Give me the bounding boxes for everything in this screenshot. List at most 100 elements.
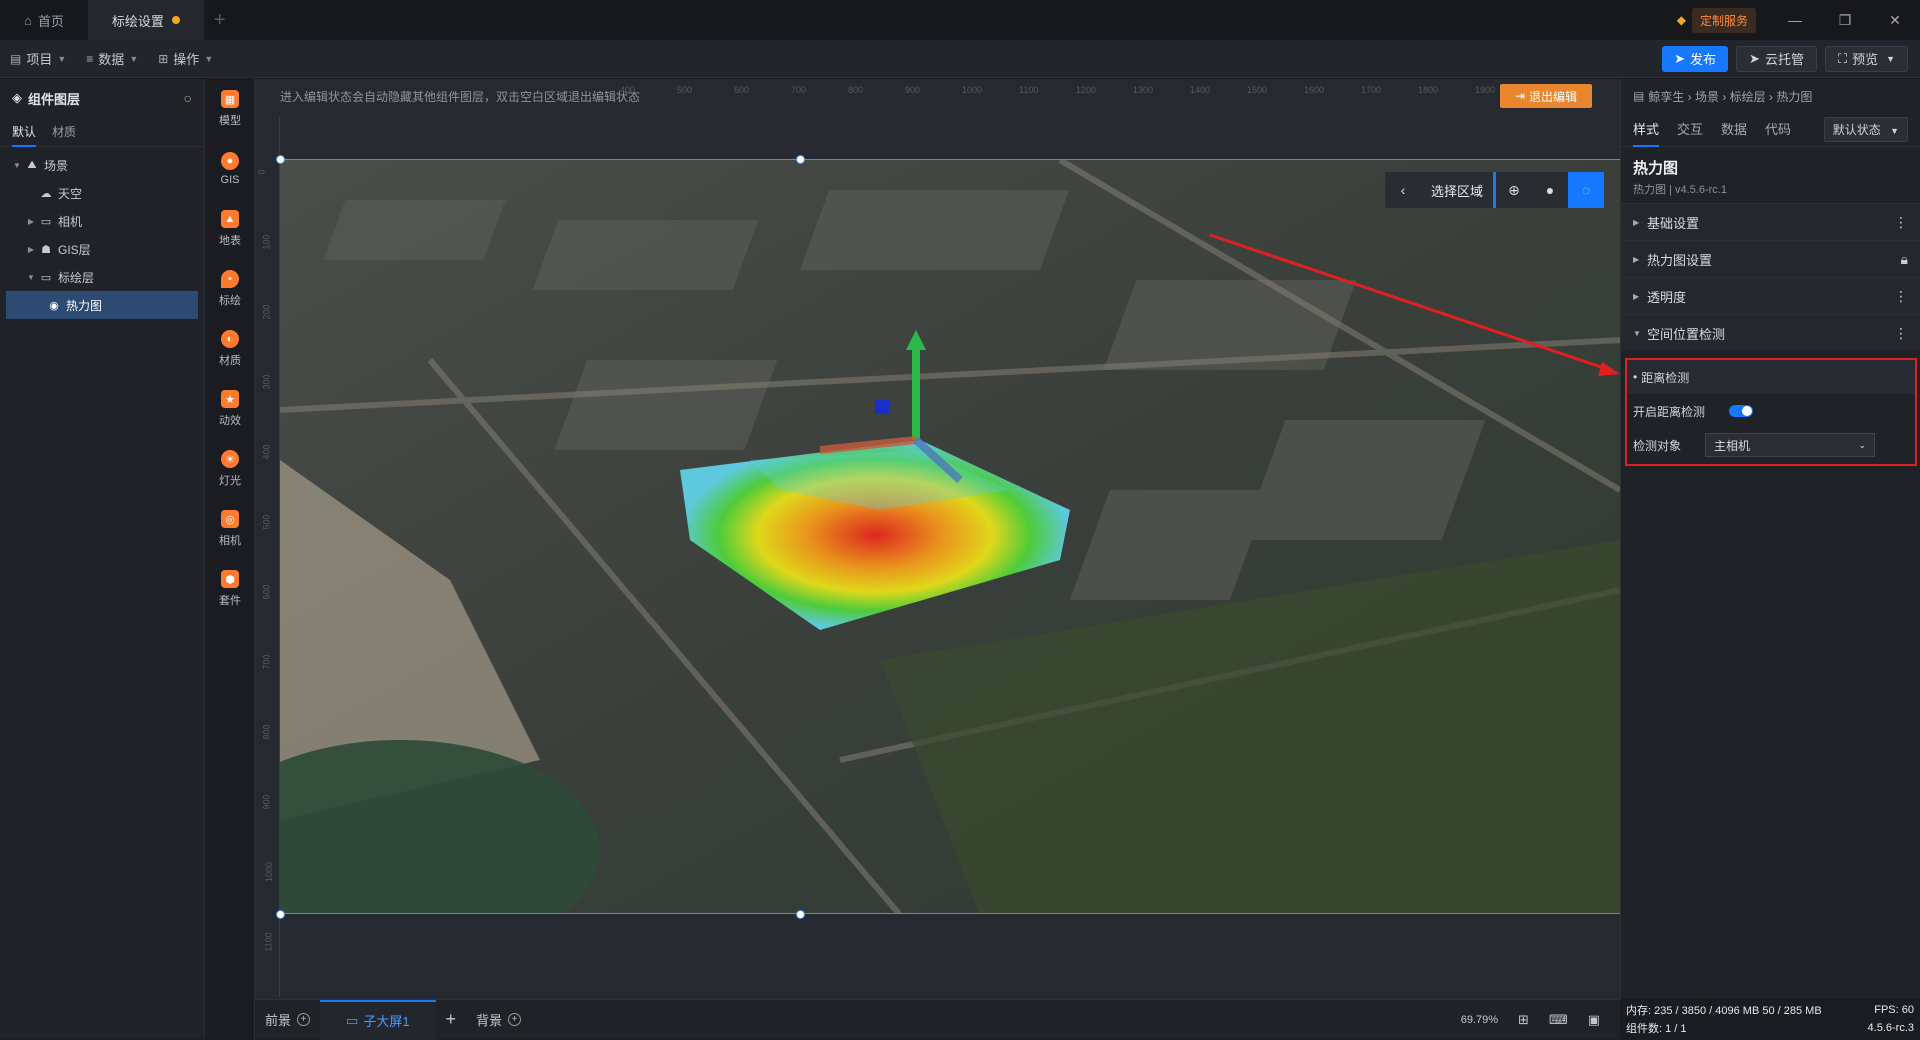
selection-handle[interactable]: [276, 155, 285, 164]
unsaved-dot-icon: [171, 16, 180, 24]
menu-ops[interactable]: ⊞ 操作 ▼: [148, 49, 223, 68]
iconbar-kit[interactable]: ⬢ 套件: [205, 559, 255, 619]
memory-status: 内存: 235 / 3850 / 4096 MB 50 / 285 MB: [1626, 1005, 1822, 1017]
lock-icon[interactable]: 🔒︎: [1901, 251, 1908, 268]
background-tab[interactable]: 背景 +: [466, 1010, 531, 1029]
menu-ops-label: 操作: [173, 52, 200, 67]
ruler-tick-label: 1600: [1304, 85, 1325, 95]
tab-material[interactable]: 材质: [52, 117, 76, 147]
distance-target-select[interactable]: 主相机 ⌄: [1705, 433, 1876, 457]
publish-button[interactable]: ➤ 发布: [1662, 45, 1729, 72]
caret-right-icon[interactable]: ▶: [24, 217, 38, 226]
minimize-icon[interactable]: —: [1770, 12, 1820, 28]
preview-button[interactable]: ⛶ 预览 ▼: [1824, 45, 1908, 72]
fit-screen-icon[interactable]: ⊞: [1508, 1012, 1539, 1028]
add-foreground-icon[interactable]: +: [297, 1013, 311, 1026]
tree-item-scene[interactable]: ▼ ⛰ 场景: [6, 151, 198, 179]
foreground-tab[interactable]: 前景 +: [255, 1010, 320, 1029]
search-icon[interactable]: ○: [184, 90, 192, 106]
tree-item-camera[interactable]: ▶ ▭ 相机: [6, 207, 198, 235]
iconbar-light[interactable]: ☀ 灯光: [205, 439, 255, 499]
select-region-label[interactable]: 选择区域: [1421, 172, 1497, 208]
ruler-tick-label: 300: [261, 374, 272, 390]
custom-service-button[interactable]: 定制服务: [1691, 7, 1756, 33]
breadcrumb-text: 鲸孪生 › 场景 › 标绘层 › 热力图: [1648, 89, 1813, 104]
add-background-icon[interactable]: +: [508, 1013, 522, 1026]
menu-project[interactable]: ▤ 项目 ▼: [0, 49, 76, 68]
selection-handle[interactable]: [276, 910, 285, 919]
ruler-tick-label: 1200: [1076, 85, 1097, 95]
terminal-icon[interactable]: ▣: [1578, 1012, 1610, 1028]
ruler-tick-label: 400: [261, 444, 272, 460]
sub-screen-tab[interactable]: ▭ 子大屏1: [320, 999, 436, 1040]
tree-item-sky[interactable]: ☁ 天空: [6, 179, 198, 207]
layers-icon: ◈: [12, 90, 22, 105]
selection-handle[interactable]: [796, 155, 805, 164]
send-icon: ➤: [1674, 50, 1686, 66]
more-vertical-icon[interactable]: ⋮: [1894, 214, 1908, 231]
caret-right-icon[interactable]: ▶: [24, 245, 38, 254]
layers-header: ◈ 组件图层 ○: [0, 79, 204, 117]
tab-style[interactable]: 样式: [1633, 113, 1660, 147]
section-basic[interactable]: ▶ 基础设置 ⋮: [1621, 203, 1920, 240]
circle-select-icon[interactable]: ●: [1532, 172, 1568, 208]
restore-icon[interactable]: ❐: [1820, 12, 1870, 29]
iconbar-gis[interactable]: ● GIS: [205, 139, 255, 199]
tab-home[interactable]: ⌂ 首页: [0, 0, 88, 40]
tab-data[interactable]: 数据: [1721, 113, 1747, 147]
iconbar-label: 套件: [219, 595, 241, 607]
ruler-tick-label: 900: [261, 794, 272, 810]
ruler-tick-label: 400: [620, 85, 636, 95]
menu-data[interactable]: ≡ 数据 ▼: [76, 49, 148, 68]
region-select-toolbar: ‹ 选择区域 ⊕ ● ◌: [1385, 172, 1605, 208]
ruler-tick-label: 600: [734, 85, 750, 95]
section-heatmap[interactable]: ▶ 热力图设置 🔒︎: [1621, 240, 1920, 277]
distance-target-row: 检测对象 主相机 ⌄: [1627, 428, 1915, 462]
chevron-left-icon[interactable]: ‹: [1385, 172, 1421, 208]
folder-icon: ▭: [40, 215, 52, 228]
tree-item-gis[interactable]: ▶ ☗ GIS层: [6, 235, 198, 263]
iconbar-camera[interactable]: ◎ 相机: [205, 499, 255, 559]
keyboard-icon[interactable]: ⌨: [1539, 1012, 1578, 1028]
section-opacity[interactable]: ▶ 透明度 ⋮: [1621, 277, 1920, 314]
material-icon: ◐: [221, 330, 239, 348]
tab-default[interactable]: 默认: [12, 117, 37, 147]
caret-down-icon[interactable]: ▼: [24, 273, 38, 282]
properties-panel: ▤ 鲸孪生 › 场景 › 标绘层 › 热力图 样式 交互 数据 代码 默认状态 …: [1620, 79, 1920, 999]
editor-canvas[interactable]: 进入编辑状态会自动隐藏其他组件图层，双击空白区域退出编辑状态 ⇥ 退出编辑 40…: [255, 79, 1620, 999]
caret-down-icon[interactable]: ▼: [10, 161, 24, 170]
section-label: 空间位置检测: [1647, 326, 1726, 342]
add-tab-icon[interactable]: +: [214, 9, 226, 32]
iconbar-label: 灯光: [219, 475, 241, 487]
iconbar-terrain[interactable]: ▲ 地表: [205, 199, 255, 259]
iconbar-label: 相机: [219, 535, 241, 547]
tab-interaction[interactable]: 交互: [1677, 113, 1703, 147]
distance-enable-toggle[interactable]: [1729, 405, 1754, 417]
kit-icon: ⬢: [221, 570, 239, 588]
tree-item-plot-layer[interactable]: ▼ ▭ 标绘层: [6, 263, 198, 291]
section-spatial-detection[interactable]: ▼ 空间位置检测 ⋮: [1621, 314, 1920, 351]
iconbar-label: 材质: [219, 355, 241, 367]
cloud-host-button[interactable]: ➤ 云托管: [1736, 45, 1817, 72]
section-label: 基础设置: [1647, 215, 1700, 231]
tree-item-heatmap[interactable]: ◉ 热力图: [6, 291, 198, 319]
selection-handle[interactable]: [796, 910, 805, 919]
chevron-down-icon: ▼: [129, 53, 139, 64]
tab-plot-settings[interactable]: 标绘设置: [87, 0, 204, 40]
zoom-level[interactable]: 69.79%: [1451, 1014, 1508, 1026]
add-screen-button[interactable]: +: [436, 1009, 467, 1030]
more-vertical-icon[interactable]: ⋮: [1894, 325, 1908, 342]
tab-code[interactable]: 代码: [1765, 113, 1791, 147]
iconbar-model[interactable]: ▦ 模型: [205, 79, 255, 139]
scene-layer-bar: 前景 + ▭ 子大屏1 + 背景 + 69.79% ⊞ ⌨ ▣: [255, 999, 1620, 1040]
iconbar-material[interactable]: ◐ 材质: [205, 319, 255, 379]
close-icon[interactable]: ✕: [1870, 12, 1920, 29]
iconbar-plot[interactable]: • 标绘: [205, 259, 255, 319]
3d-scene-view[interactable]: [280, 159, 1620, 914]
ruler-tick-label: 1100: [1019, 85, 1039, 95]
freehand-select-icon[interactable]: ◌: [1568, 172, 1605, 208]
more-vertical-icon[interactable]: ⋮: [1894, 288, 1908, 305]
state-select[interactable]: 默认状态 ▼: [1823, 117, 1908, 142]
polygon-select-icon[interactable]: ⊕: [1496, 172, 1532, 208]
iconbar-effect[interactable]: ★ 动效: [205, 379, 255, 439]
